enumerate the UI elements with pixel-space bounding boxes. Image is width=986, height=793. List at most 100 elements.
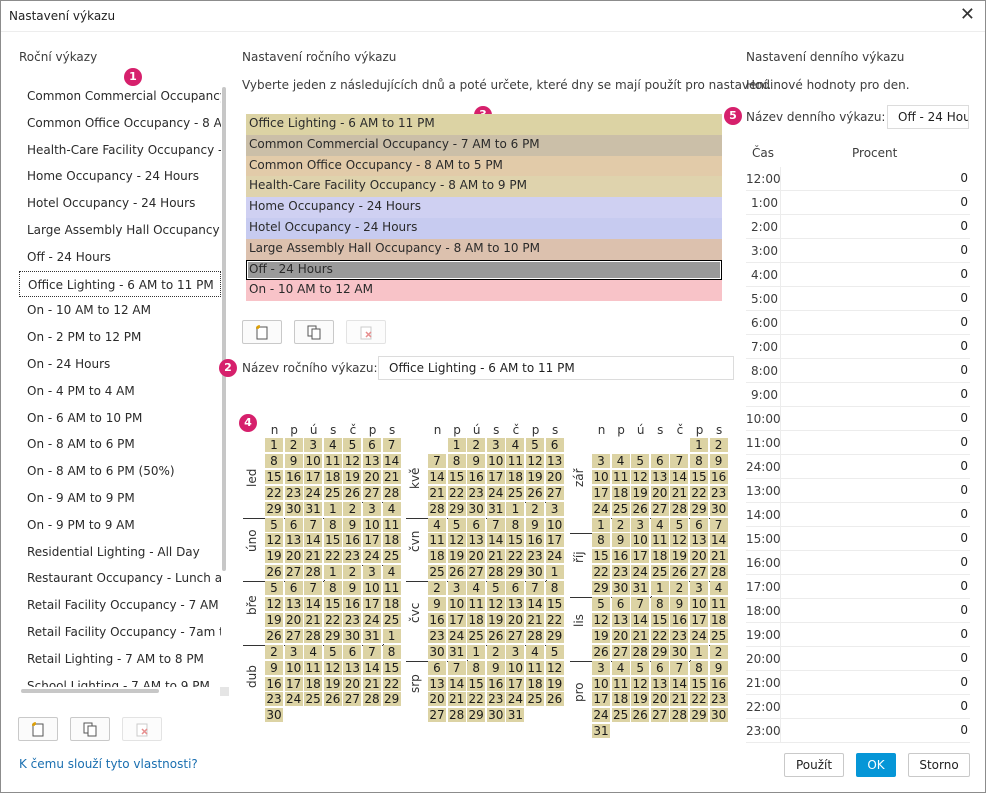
calendar-day[interactable]: 15 xyxy=(650,612,670,628)
calendar-day[interactable]: 11 xyxy=(506,453,526,469)
calendar-day[interactable]: 8 xyxy=(650,597,670,612)
calendar-day[interactable]: 28 xyxy=(486,565,506,581)
calendar-day[interactable]: 12 xyxy=(486,597,506,612)
calendar-day[interactable]: 15 xyxy=(506,533,526,549)
calendar-day[interactable]: 13 xyxy=(611,612,631,628)
calendar-day[interactable]: 9 xyxy=(428,597,447,612)
calendar-day[interactable]: 11 xyxy=(526,660,545,676)
percent-value[interactable]: 0 xyxy=(780,551,970,574)
percent-value[interactable]: 0 xyxy=(780,215,970,238)
annual-schedule-item[interactable]: On - 9 PM to 9 AM xyxy=(19,512,221,539)
ok-button[interactable]: OK xyxy=(856,753,896,777)
calendar-day[interactable]: 31 xyxy=(304,501,324,517)
calendar-day[interactable]: 20 xyxy=(363,469,382,485)
annual-schedule-item[interactable]: Health-Care Facility Occupancy - 8 AM to… xyxy=(19,137,221,164)
calendar-day[interactable]: 12 xyxy=(526,453,545,469)
calendar-day[interactable]: 16 xyxy=(526,533,545,549)
calendar-day[interactable]: 8 xyxy=(382,644,402,660)
calendar-day[interactable]: 9 xyxy=(709,453,729,469)
calendar-day[interactable]: 25 xyxy=(506,485,526,501)
percent-value[interactable]: 0 xyxy=(780,311,970,334)
new-day-button[interactable] xyxy=(242,320,282,344)
calendar-day[interactable]: 10 xyxy=(363,517,382,533)
annual-schedule-item[interactable]: On - 8 AM to 6 PM (50%) xyxy=(19,458,221,485)
calendar-day[interactable]: 21 xyxy=(304,549,324,565)
calendar-day[interactable]: 26 xyxy=(631,708,651,724)
calendar-day[interactable]: 10 xyxy=(631,533,651,549)
calendar-day[interactable]: 22 xyxy=(690,692,709,708)
calendar-day[interactable]: 7 xyxy=(363,644,382,660)
calendar-day[interactable]: 27 xyxy=(428,708,447,724)
calendar-day[interactable]: 30 xyxy=(611,581,631,597)
calendar-day[interactable]: 27 xyxy=(343,692,363,708)
calendar-day[interactable]: 25 xyxy=(382,612,402,628)
calendar-day[interactable]: 28 xyxy=(363,692,382,708)
annual-schedule-item[interactable]: Large Assembly Hall Occupancy - 8 AM to … xyxy=(19,217,221,244)
close-icon[interactable]: ✕ xyxy=(960,5,975,25)
calendar-day[interactable]: 30 xyxy=(284,501,304,517)
calendar-day[interactable]: 30 xyxy=(670,644,690,660)
calendar-day[interactable]: 5 xyxy=(545,644,565,660)
calendar-day[interactable]: 2 xyxy=(709,438,729,453)
calendar-day[interactable]: 25 xyxy=(709,628,729,644)
calendar-day[interactable]: 8 xyxy=(265,453,284,469)
annual-schedule-item[interactable]: Common Office Occupancy - 8 AM to 5 PM xyxy=(19,110,221,137)
annual-schedule-item[interactable]: Residential Lighting - All Day xyxy=(19,539,221,566)
calendar-day[interactable]: 12 xyxy=(265,533,284,549)
calendar-day[interactable]: 3 xyxy=(631,517,651,533)
calendar-day[interactable]: 28 xyxy=(670,501,690,517)
calendar-day[interactable]: 7 xyxy=(526,581,545,597)
new-annual-button[interactable] xyxy=(18,717,58,741)
calendar-day[interactable]: 5 xyxy=(323,644,343,660)
day-type-item[interactable]: Common Commercial Occupancy - 7 AM to 6 … xyxy=(246,134,722,156)
calendar-day[interactable]: 25 xyxy=(650,565,670,581)
calendar-day[interactable]: 17 xyxy=(506,676,526,692)
calendar-day[interactable]: 28 xyxy=(304,628,324,644)
calendar-day[interactable]: 24 xyxy=(486,485,506,501)
calendar-day[interactable]: 24 xyxy=(363,612,382,628)
calendar-day[interactable]: 16 xyxy=(284,469,304,485)
calendar-day[interactable]: 21 xyxy=(486,549,506,565)
annual-schedule-item[interactable]: Off - 24 Hours xyxy=(19,244,221,271)
annual-schedule-item[interactable]: On - 24 Hours xyxy=(19,351,221,378)
calendar-day[interactable]: 31 xyxy=(486,501,506,517)
day-type-item[interactable]: Health-Care Facility Occupancy - 8 AM to… xyxy=(246,176,722,198)
calendar-day[interactable]: 28 xyxy=(526,628,545,644)
calendar-day[interactable]: 11 xyxy=(382,581,402,597)
calendar-day[interactable]: 19 xyxy=(670,549,690,565)
calendar-day[interactable]: 6 xyxy=(284,581,304,597)
calendar-day[interactable]: 11 xyxy=(650,533,670,549)
delete-annual-button[interactable] xyxy=(122,717,162,741)
calendar-day[interactable]: 1 xyxy=(323,565,343,581)
calendar-day[interactable]: 9 xyxy=(611,533,631,549)
calendar-day[interactable]: 20 xyxy=(650,692,670,708)
calendar-day[interactable]: 27 xyxy=(284,628,304,644)
annual-schedule-item[interactable]: Retail Facility Occupancy - 7am to 10pm xyxy=(19,619,221,646)
calendar-day[interactable]: 24 xyxy=(304,485,324,501)
annual-schedule-item[interactable]: On - 2 PM to 12 PM xyxy=(19,324,221,351)
calendar-day[interactable]: 31 xyxy=(363,628,382,644)
calendar-day[interactable]: 2 xyxy=(670,581,690,597)
calendar-day[interactable]: 19 xyxy=(265,612,284,628)
calendar-day[interactable]: 12 xyxy=(631,469,651,485)
calendar-day[interactable]: 17 xyxy=(284,676,304,692)
day-type-item[interactable]: Hotel Occupancy - 24 Hours xyxy=(246,217,722,239)
calendar-day[interactable]: 11 xyxy=(611,469,631,485)
calendar-day[interactable]: 9 xyxy=(343,517,363,533)
calendar-day[interactable]: 29 xyxy=(690,501,709,517)
calendar-day[interactable]: 22 xyxy=(265,485,284,501)
calendar-day[interactable]: 4 xyxy=(428,517,447,533)
annual-schedule-item[interactable]: Office Lighting - 6 AM to 11 PM xyxy=(19,270,221,298)
copy-day-button[interactable] xyxy=(294,320,334,344)
calendar-day[interactable]: 25 xyxy=(467,628,487,644)
calendar-day[interactable]: 6 xyxy=(343,644,363,660)
calendar-day[interactable]: 6 xyxy=(363,438,382,453)
calendar-day[interactable]: 29 xyxy=(467,708,487,724)
percent-value[interactable]: 0 xyxy=(780,695,970,718)
calendar-day[interactable]: 6 xyxy=(650,453,670,469)
calendar-day[interactable]: 6 xyxy=(690,517,709,533)
calendar-day[interactable]: 12 xyxy=(545,660,565,676)
calendar-day[interactable]: 21 xyxy=(670,485,690,501)
calendar-day[interactable]: 6 xyxy=(284,517,304,533)
calendar-day[interactable]: 7 xyxy=(428,453,447,469)
